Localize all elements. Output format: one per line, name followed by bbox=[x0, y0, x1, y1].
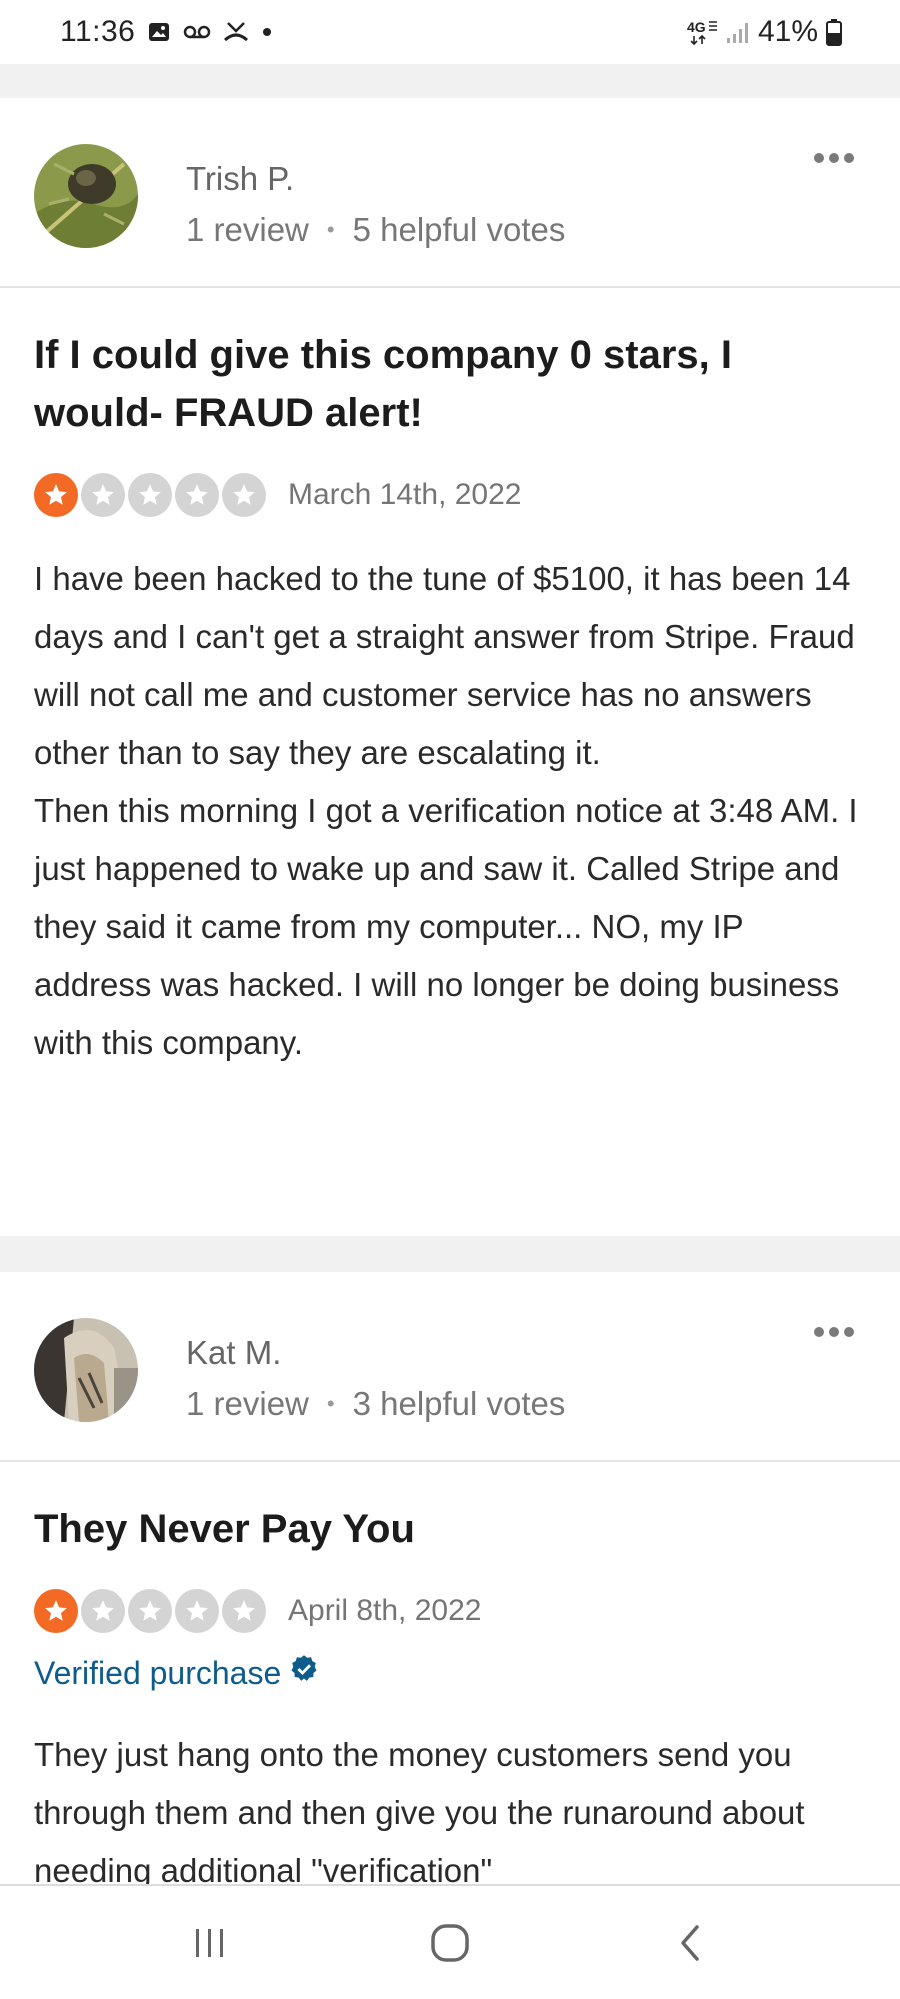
more-options-icon[interactable] bbox=[814, 1322, 854, 1342]
rating-row: April 8th, 2022 bbox=[34, 1588, 866, 1634]
star-icon bbox=[81, 1589, 125, 1633]
notification-dot-icon bbox=[261, 26, 273, 38]
reviewer-meta: 1 review • 5 helpful votes bbox=[186, 211, 565, 249]
verified-purchase: Verified purchase bbox=[34, 1654, 866, 1692]
verified-purchase-label: Verified purchase bbox=[34, 1654, 282, 1691]
reviewer-meta: 1 review • 3 helpful votes bbox=[186, 1385, 565, 1423]
voicemail-icon bbox=[183, 23, 211, 41]
review-card: Trish P. 1 review • 5 helpful votes If I… bbox=[0, 98, 900, 1072]
battery-percent: 41% bbox=[757, 15, 818, 48]
home-icon[interactable] bbox=[405, 1898, 495, 1988]
review-date: March 14th, 2022 bbox=[288, 478, 522, 511]
star-icon bbox=[222, 1589, 266, 1633]
reviewer-header: Trish P. 1 review • 5 helpful votes bbox=[0, 98, 900, 288]
review-body: They Never Pay You April 8th, 2022 Verif… bbox=[0, 1500, 900, 1900]
review-title: They Never Pay You bbox=[34, 1507, 415, 1551]
status-time: 11:36 bbox=[60, 15, 136, 48]
review-date: April 8th, 2022 bbox=[288, 1594, 482, 1627]
status-left: 11:36 bbox=[60, 15, 273, 49]
more-options-icon[interactable] bbox=[814, 148, 854, 168]
star-rating bbox=[34, 473, 266, 517]
star-icon bbox=[175, 1589, 219, 1633]
star-icon bbox=[222, 473, 266, 517]
missed-call-icon bbox=[223, 20, 249, 44]
avatar[interactable] bbox=[34, 144, 138, 248]
rating-row: March 14th, 2022 bbox=[34, 472, 866, 518]
star-icon bbox=[34, 1589, 78, 1633]
avatar[interactable] bbox=[34, 1318, 138, 1422]
gallery-icon bbox=[147, 20, 171, 44]
star-icon bbox=[34, 473, 78, 517]
review-body: If I could give this company 0 stars, I … bbox=[0, 326, 900, 1072]
review-title: If I could give this company 0 stars, I … bbox=[34, 333, 732, 435]
review-card: Kat M. 1 review • 3 helpful votes They N… bbox=[0, 1272, 900, 1900]
4g-icon: 4G bbox=[686, 18, 718, 46]
battery-icon bbox=[826, 18, 842, 46]
recent-apps-icon[interactable] bbox=[165, 1898, 255, 1988]
meta-separator-dot: • bbox=[326, 1391, 335, 1416]
signal-icon bbox=[726, 20, 750, 44]
status-right: 4G 41% bbox=[686, 15, 842, 49]
svg-text:4G: 4G bbox=[687, 19, 706, 35]
star-icon bbox=[175, 473, 219, 517]
section-separator bbox=[0, 1236, 900, 1272]
status-bar: 11:36 4G 41% bbox=[0, 0, 900, 64]
review-count: 1 review bbox=[186, 211, 309, 248]
reviewer-header: Kat M. 1 review • 3 helpful votes bbox=[0, 1272, 900, 1462]
helpful-votes: 5 helpful votes bbox=[352, 211, 566, 248]
star-icon bbox=[128, 1589, 172, 1633]
reviewer-name[interactable]: Trish P. bbox=[186, 160, 294, 198]
star-icon bbox=[81, 473, 125, 517]
verified-check-icon bbox=[289, 1654, 319, 1692]
reviewer-name[interactable]: Kat M. bbox=[186, 1334, 281, 1372]
review-text: I have been hacked to the tune of $5100,… bbox=[34, 560, 858, 1061]
review-text: They just hang onto the money customers … bbox=[34, 1736, 805, 1889]
helpful-votes: 3 helpful votes bbox=[352, 1385, 566, 1422]
review-count: 1 review bbox=[186, 1385, 309, 1422]
system-nav-bar bbox=[0, 1884, 900, 1999]
star-rating bbox=[34, 1589, 266, 1633]
section-separator bbox=[0, 64, 900, 98]
back-icon[interactable] bbox=[645, 1898, 735, 1988]
meta-separator-dot: • bbox=[326, 217, 335, 242]
star-icon bbox=[128, 473, 172, 517]
